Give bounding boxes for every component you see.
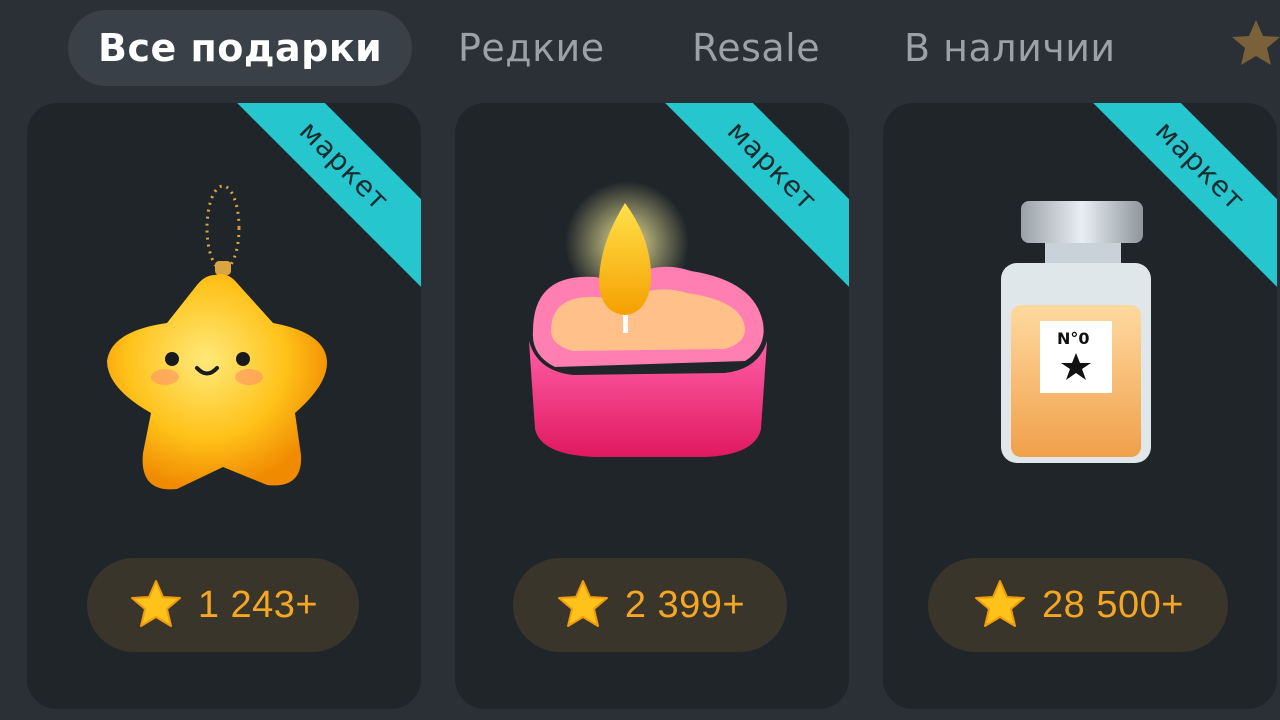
price-label: 28 500+: [1042, 583, 1184, 626]
star-icon[interactable]: [1226, 14, 1280, 74]
star-icon: [557, 580, 608, 627]
tab-bar: Все подарки Редкие Resale В наличии: [0, 0, 1280, 96]
star-keychain-icon: [107, 184, 327, 490]
tab-all-gifts[interactable]: Все подарки: [68, 10, 413, 86]
tab-in-stock[interactable]: В наличии: [904, 10, 1116, 86]
perfume-bottle-icon: [1001, 201, 1151, 463]
price-button[interactable]: 2 399+: [513, 558, 787, 652]
gift-card-candle[interactable]: маркет 2 399+: [455, 103, 849, 709]
gift-card-perfume[interactable]: маркет N°0 28 500+: [883, 103, 1277, 709]
price-button[interactable]: 28 500+: [928, 558, 1228, 652]
gift-card-star[interactable]: маркет 1 243+: [27, 103, 421, 709]
price-label: 2 399+: [624, 583, 746, 626]
star-icon: [130, 580, 181, 627]
heart-candle-icon: [529, 181, 767, 457]
star-icon: [975, 580, 1026, 627]
price-label: 1 243+: [197, 583, 319, 626]
tab-rare[interactable]: Редкие: [458, 10, 605, 86]
bottle-label-text: N°0: [1057, 329, 1090, 348]
price-button[interactable]: 1 243+: [87, 558, 359, 652]
tab-resale[interactable]: Resale: [692, 10, 820, 86]
